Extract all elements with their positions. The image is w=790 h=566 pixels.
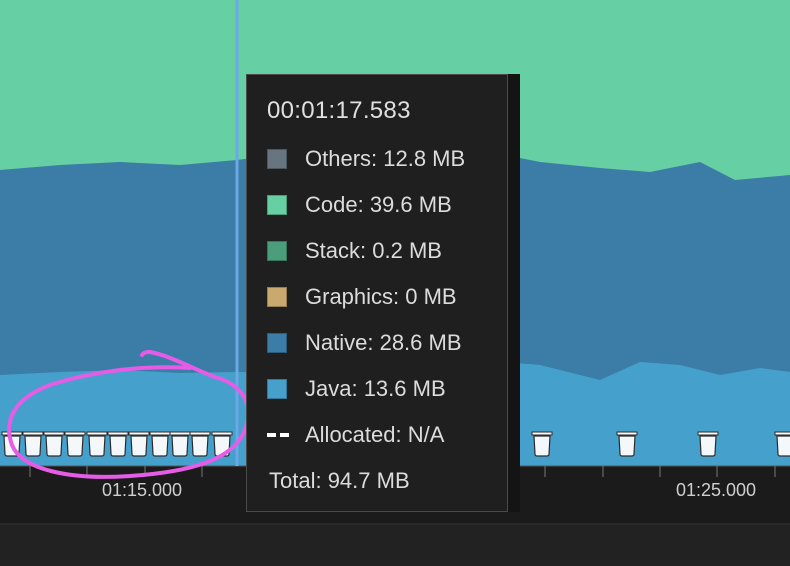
tooltip-stack-label: Stack: 0.2 MB <box>305 238 442 263</box>
tooltip-java-label: Java: 13.6 MB <box>305 376 446 401</box>
gc-trash-icon[interactable] <box>43 431 65 457</box>
tooltip-others-label: Others: 12.8 MB <box>305 146 466 171</box>
gc-trash-icon[interactable] <box>531 431 553 457</box>
code-swatch-icon <box>267 195 287 215</box>
tooltip-native-label: Native: 28.6 MB <box>305 330 462 355</box>
tooltip-allocated-label: Allocated: N/A <box>305 422 445 447</box>
tooltip-row-java: Java: 13.6 MB <box>267 376 446 401</box>
gc-trash-icon[interactable] <box>22 431 44 457</box>
java-swatch-icon <box>267 379 287 399</box>
tooltip-graphics-label: Graphics: 0 MB <box>305 284 457 309</box>
gc-trash-icon[interactable] <box>697 431 719 457</box>
native-swatch-icon <box>267 333 287 353</box>
tooltip-row-allocated: Allocated: N/A <box>267 422 445 447</box>
tick-label-0125: 01:25.000 <box>676 480 756 500</box>
gc-trash-icon[interactable] <box>169 431 191 457</box>
tooltip-row-code: Code: 39.6 MB <box>267 192 452 217</box>
tooltip-total: Total: 94.7 MB <box>269 468 410 493</box>
tooltip-row-native: Native: 28.6 MB <box>267 330 462 355</box>
gc-trash-icon[interactable] <box>128 431 150 457</box>
memory-tooltip: 00:01:17.583 Others: 12.8 MB Code: 39.6 … <box>246 74 508 512</box>
gc-trash-icon[interactable] <box>64 431 86 457</box>
others-swatch-icon <box>267 149 287 169</box>
timeline-footer <box>0 524 790 566</box>
stack-swatch-icon <box>267 241 287 261</box>
tooltip-row-others: Others: 12.8 MB <box>267 146 466 171</box>
tooltip-row-graphics: Graphics: 0 MB <box>267 284 457 309</box>
gc-trash-icon[interactable] <box>189 431 211 457</box>
tick-label-0115: 01:15.000 <box>102 480 182 500</box>
gc-trash-icon[interactable] <box>107 431 129 457</box>
allocated-dash-icon <box>267 425 289 445</box>
gc-trash-icon[interactable] <box>149 431 171 457</box>
gc-trash-icon[interactable] <box>616 431 638 457</box>
graphics-swatch-icon <box>267 287 287 307</box>
tooltip-row-stack: Stack: 0.2 MB <box>267 238 442 263</box>
tooltip-timestamp: 00:01:17.583 <box>267 97 411 124</box>
gc-trash-icon[interactable] <box>86 431 108 457</box>
tooltip-code-label: Code: 39.6 MB <box>305 192 452 217</box>
